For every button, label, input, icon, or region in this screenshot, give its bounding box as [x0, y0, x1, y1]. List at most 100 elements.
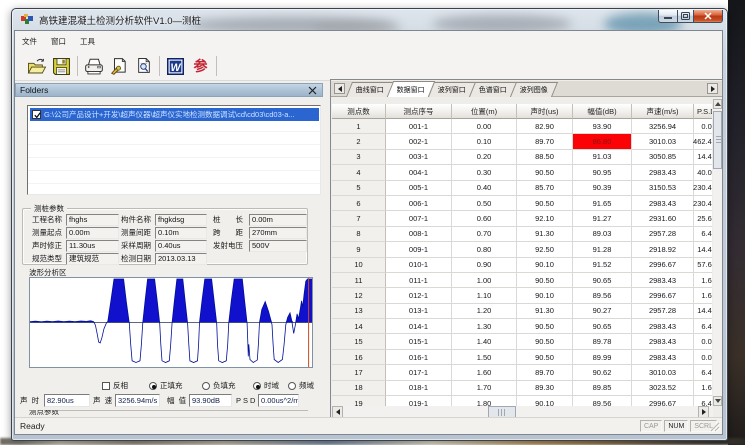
table-row[interactable]: 9009-10.8092.5091.282918.9214.40 — [332, 242, 712, 257]
tab-scroll-left-button[interactable] — [334, 83, 345, 94]
column-header[interactable]: 测点数 — [332, 104, 386, 119]
print-button[interactable] — [81, 54, 106, 78]
left-arrow-icon — [338, 86, 342, 92]
vertical-scroll-thumb[interactable] — [713, 111, 722, 169]
table-row[interactable]: 3003-10.2088.5091.033050.8514.40 — [332, 150, 712, 165]
radio-time-domain[interactable]: 时域 — [253, 380, 279, 391]
data-cell: 3150.53 — [632, 181, 694, 196]
measurement-fields: 声 时 82.90us 声 速 3256.94m/s 幅 值 93.90dB P… — [15, 394, 323, 408]
radio-negative-fill[interactable]: 负填充 — [202, 380, 236, 391]
param-field[interactable]: 500V — [249, 240, 307, 252]
table-row[interactable]: 12012-11.1090.1089.562996.671.60 — [332, 288, 712, 303]
radio-positive-fill[interactable]: 正填充 — [149, 380, 183, 391]
table-row[interactable]: 14014-11.3090.5090.652983.436.40 — [332, 319, 712, 334]
column-header[interactable]: 测点序号 — [386, 104, 452, 119]
menu-item[interactable]: 窗口 — [44, 34, 73, 49]
close-button[interactable] — [694, 10, 723, 23]
table-row[interactable]: 15015-11.4090.5089.782983.430.00 — [332, 334, 712, 349]
export-button[interactable] — [106, 54, 131, 78]
param-field[interactable]: 2013.03.13 — [155, 253, 207, 265]
table-row[interactable]: 7007-10.6092.1091.272931.6025.60 — [332, 211, 712, 226]
amplitude-field[interactable]: 93.90dB — [189, 394, 232, 407]
menu-item[interactable]: 文件 — [15, 34, 44, 49]
table-row[interactable]: 16016-11.5090.5089.992983.430.00 — [332, 350, 712, 365]
minimize-button[interactable] — [658, 10, 677, 23]
param-label: 构件名称 — [121, 214, 151, 226]
waveform-chart[interactable] — [29, 277, 313, 368]
table-row[interactable]: 18018-11.7089.3089.853023.521.60 — [332, 381, 712, 396]
scroll-down-button[interactable] — [713, 396, 722, 406]
column-header[interactable]: 声速(m/s) — [632, 104, 694, 119]
data-cell: 85.70 — [517, 181, 573, 196]
folder-item[interactable]: G:\公司产品设计+开发\超声仪器\超声仪实地检测数据调试\cd\cd03\cd… — [30, 108, 319, 121]
param-field[interactable]: fhghs — [66, 214, 119, 226]
data-cell: 2957.28 — [632, 227, 694, 242]
table-row[interactable]: 4004-10.3090.5090.952983.4340.00 — [332, 165, 712, 180]
param-field[interactable]: 0.40us — [155, 240, 207, 252]
table-header: 测点数测点序号位置(m)声时(us)幅值(dB)声速(m/s)P.S.D(us^… — [332, 104, 712, 119]
desktop-background-right — [728, 0, 745, 445]
param-field[interactable]: 0.00m — [249, 214, 307, 226]
data-cell: 1.60 — [452, 365, 517, 380]
open-button[interactable] — [24, 54, 49, 78]
parameters-button[interactable]: 参 — [188, 54, 213, 78]
window-title: 高铁建混凝土检测分析软件V1.0—测桩 — [39, 13, 201, 27]
resize-grip[interactable] — [709, 421, 721, 433]
folder-list[interactable]: G:\公司产品设计+开发\超声仪器\超声仪实地检测数据调试\cd\cd03\cd… — [27, 105, 321, 195]
invert-checkbox[interactable]: 反相 — [102, 380, 128, 391]
table-row[interactable]: 17017-11.6089.7090.623010.036.40 — [332, 365, 712, 380]
param-field[interactable]: 建筑规范 — [66, 253, 119, 265]
scroll-up-button[interactable] — [713, 99, 722, 109]
column-header[interactable]: P.S.D(us^2/m) — [694, 104, 712, 119]
sound-time-field[interactable]: 82.90us — [44, 394, 90, 407]
save-button[interactable] — [49, 54, 74, 78]
table-row[interactable]: 11011-11.0090.5090.652983.431.60 — [332, 273, 712, 288]
table-row[interactable]: 13013-11.2091.3090.272957.2814.40 — [332, 304, 712, 319]
radio-frequency-domain[interactable]: 频域 — [288, 380, 314, 391]
data-cell: 230.40 — [694, 196, 712, 211]
psd-field[interactable]: 0.00us^2/m — [258, 394, 299, 407]
table-row[interactable]: 5005-10.4085.7090.393150.53230.40 — [332, 181, 712, 196]
data-cell: 009-1 — [386, 242, 452, 257]
folders-pane-header: Folders — [15, 83, 323, 97]
table-row[interactable]: 10010-10.9090.1091.522996.6757.60 — [332, 258, 712, 273]
row-number-cell: 6 — [332, 196, 386, 211]
titlebar[interactable]: 高铁建混凝土检测分析软件V1.0—测桩 — [12, 9, 727, 31]
maximize-button[interactable] — [677, 10, 694, 23]
data-cell: 012-1 — [386, 288, 452, 303]
word-report-button[interactable]: W — [163, 54, 188, 78]
column-header[interactable]: 幅值(dB) — [573, 104, 632, 119]
folders-pane-title: Folders — [20, 85, 48, 95]
data-cell: 90.10 — [517, 396, 573, 406]
folder-item-checkbox[interactable] — [32, 110, 41, 119]
column-header[interactable]: 声时(us) — [517, 104, 573, 119]
param-field[interactable]: fhgkdsg — [155, 214, 207, 226]
param-field[interactable]: 270mm — [249, 227, 307, 239]
pane-close-icon[interactable] — [308, 86, 317, 95]
data-cell: 006-1 — [386, 196, 452, 211]
table-row[interactable]: 2002-10.1089.7086.803010.03462.40 — [332, 134, 712, 149]
app-window: 高铁建混凝土检测分析软件V1.0—测桩 文件窗口工具 — [11, 8, 728, 441]
tab-数据窗口[interactable]: 数据窗口 — [387, 81, 435, 97]
data-cell: 0.70 — [452, 227, 517, 242]
param-field[interactable]: 0.00m — [66, 227, 119, 239]
sound-speed-field[interactable]: 3256.94m/s — [115, 394, 160, 407]
data-cell: 90.10 — [517, 288, 573, 303]
param-field[interactable]: 11.30us — [66, 240, 119, 252]
radio-icon — [288, 382, 296, 390]
column-header[interactable]: 位置(m) — [452, 104, 517, 119]
table-row[interactable]: 1001-10.0082.9093.903256.940.00 — [332, 119, 712, 134]
data-cell: 25.60 — [694, 211, 712, 226]
param-field[interactable]: 0.10m — [155, 227, 207, 239]
preview-button[interactable] — [131, 54, 156, 78]
menu-item[interactable]: 工具 — [73, 34, 102, 49]
tab-波列图像[interactable]: 波列图像 — [510, 82, 558, 97]
data-cell: 89.56 — [573, 396, 632, 406]
table-row[interactable]: 8008-10.7091.3089.032957.286.40 — [332, 227, 712, 242]
table-row[interactable]: 19019-11.8090.1089.562996.676.40 — [332, 396, 712, 406]
vertical-scrollbar[interactable] — [713, 99, 722, 406]
tab-scroll-right-button[interactable] — [707, 83, 718, 94]
data-cell: 0.10 — [452, 134, 517, 149]
data-cell: 230.40 — [694, 181, 712, 196]
table-row[interactable]: 6006-10.5090.5091.652983.43230.40 — [332, 196, 712, 211]
